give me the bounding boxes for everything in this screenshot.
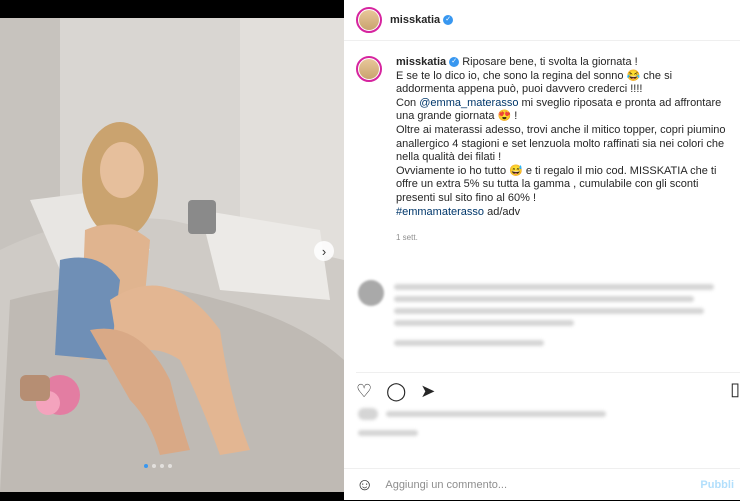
comment-input[interactable] [383, 478, 668, 492]
avatar [358, 280, 384, 306]
avatar[interactable] [356, 56, 382, 82]
post-header: misskatia ✓ [344, 0, 740, 41]
caption-line: Riposare bene, ti svolta la giornata ! [462, 56, 638, 68]
caption-line: ad/adv [484, 205, 521, 218]
post-username[interactable]: misskatia [390, 14, 440, 26]
caption-line: Oltre ai materassi adesso, trovi anche i… [396, 123, 726, 164]
caption-line: E se te lo dico io, che sono la regina d… [396, 69, 673, 96]
mention-link[interactable]: @emma_materasso [419, 97, 518, 109]
share-icon[interactable]: ➤ [420, 381, 435, 402]
carousel-dot-active [144, 464, 148, 468]
post-caption: misskatia ✓ Riposare bene, ti svolta la g… [356, 56, 732, 245]
publish-button[interactable]: Pubbli [700, 479, 734, 491]
carousel-dot [168, 464, 172, 468]
hashtag-link[interactable]: #emmamaterasso [396, 206, 484, 218]
photo-woman-on-bed [0, 0, 344, 500]
verified-badge-icon: ✓ [449, 57, 460, 68]
chevron-right-icon[interactable]: › [314, 241, 334, 261]
heart-icon[interactable]: ♡ [356, 381, 372, 402]
bookmark-icon[interactable]: ▯ [730, 379, 740, 400]
caption-username[interactable]: misskatia [396, 56, 446, 68]
post-sidebar: misskatia ✓ misskatia ✓ Riposare bene, ti… [344, 0, 740, 500]
carousel-dot [160, 464, 164, 468]
comment-bar: ☺ Pubbli [344, 468, 740, 501]
post-actions: ♡ ◯ ➤ ▯ [356, 372, 740, 405]
caption-line: Con [396, 96, 420, 109]
avatar[interactable] [356, 7, 382, 33]
caption-line: Ovviamente io ho tutto 😅 e ti regalo il … [396, 164, 717, 204]
verified-badge-icon: ✓ [443, 15, 454, 25]
post-image[interactable]: › [0, 0, 344, 500]
carousel-dots [144, 464, 172, 468]
post-timestamp: 1 sett. [396, 233, 418, 243]
carousel-dot [152, 464, 156, 468]
emoji-icon[interactable]: ☺ [356, 475, 373, 495]
comment-icon[interactable]: ◯ [386, 381, 406, 402]
